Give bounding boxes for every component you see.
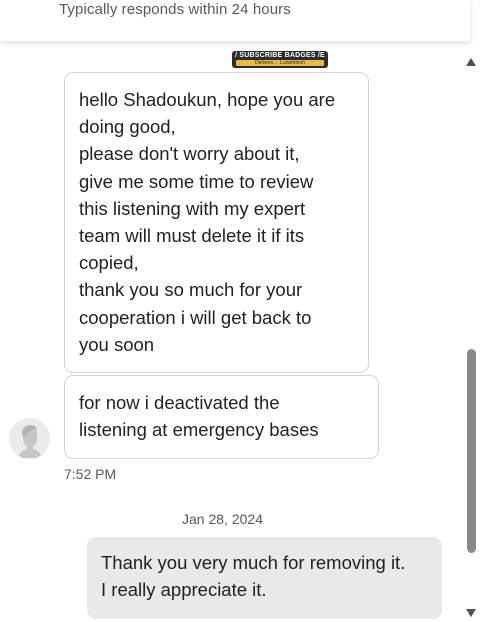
- message-line: you soon: [79, 333, 155, 355]
- message-line: team will must delete it if its: [79, 225, 305, 247]
- message-timestamp: 7:52 PM: [64, 466, 117, 482]
- message-line: this listening with my expert: [79, 197, 306, 219]
- message-line: thank you so much for your: [79, 279, 303, 301]
- date-separator: Jan 28, 2024: [182, 511, 263, 527]
- message-line: for now i deactivated the: [79, 392, 280, 413]
- message-line: please don't worry about it,: [79, 143, 300, 165]
- default-user-avatar-icon: [9, 418, 50, 459]
- message-line: cooperation i will get back to: [79, 306, 312, 328]
- message-line: doing good,: [79, 116, 176, 138]
- conversation-header: Typically responds within 24 hours: [0, 0, 470, 41]
- message-line: give me some time to review: [79, 170, 314, 192]
- scrollbar-thumb[interactable]: [467, 349, 476, 553]
- message-line: I really appreciate it.: [101, 579, 267, 601]
- message-line: hello Shadoukun, hope you are: [79, 89, 336, 110]
- message-line: Thank you very much for removing it.: [101, 552, 406, 573]
- shared-image-thumbnail[interactable]: / SUBSCRIBE BADGES /E Delivers ... Lunem…: [232, 51, 328, 68]
- message-line: listening at emergency bases: [79, 419, 319, 441]
- thumbnail-strip: Delivers ... Lunemtech: [236, 60, 324, 66]
- received-message-bubble: hello Shadoukun, hope you are doing good…: [64, 72, 369, 373]
- scroll-down-icon[interactable]: [466, 609, 476, 617]
- scroll-up-icon[interactable]: [466, 58, 476, 66]
- thumbnail-title: / SUBSCRIBE BADGES /E: [235, 52, 325, 59]
- message-thread[interactable]: / SUBSCRIBE BADGES /E Delivers ... Lunem…: [0, 41, 465, 622]
- received-message-bubble: for now i deactivated the listening at e…: [64, 375, 379, 459]
- message-line: copied,: [79, 252, 139, 274]
- response-time-text: Typically responds within 24 hours: [59, 1, 291, 18]
- sent-message-bubble: Thank you very much for removing it. I r…: [87, 537, 442, 619]
- sender-avatar-icon[interactable]: [9, 418, 50, 459]
